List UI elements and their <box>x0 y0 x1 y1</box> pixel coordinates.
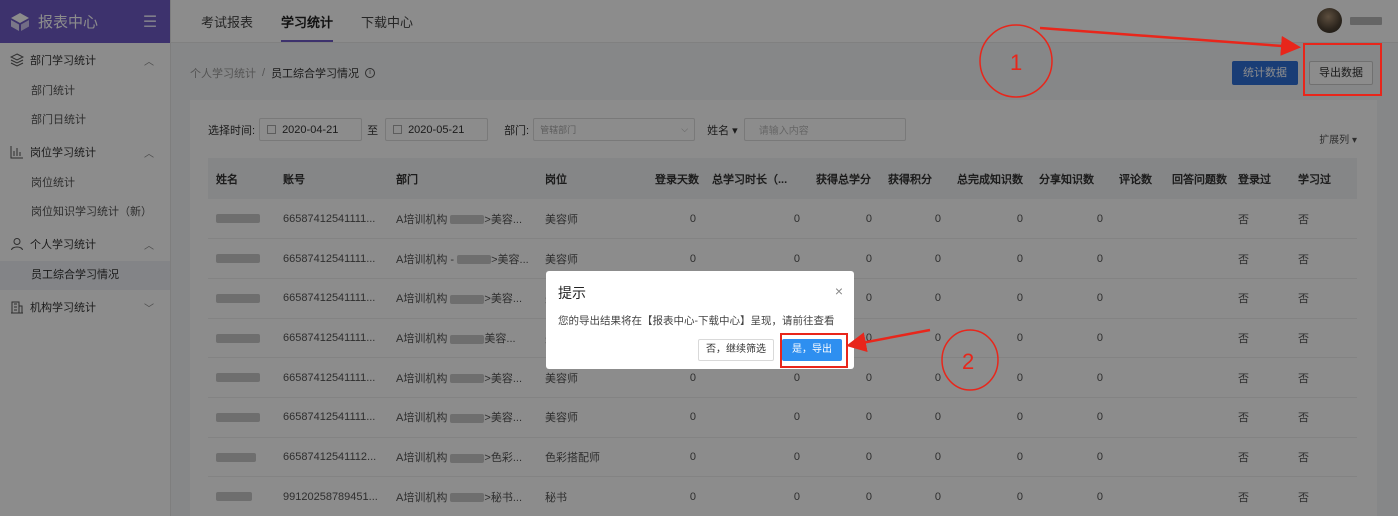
arrow-to-confirm-icon <box>846 328 931 353</box>
step-1-label: 1 <box>1010 50 1022 75</box>
step-2-label: 2 <box>962 349 974 374</box>
highlight-box-confirm <box>780 333 848 368</box>
annotation-layer: 1 2 <box>780 24 1382 391</box>
highlight-box-export-data <box>1303 43 1382 96</box>
arrow-to-export-icon <box>1039 26 1301 56</box>
